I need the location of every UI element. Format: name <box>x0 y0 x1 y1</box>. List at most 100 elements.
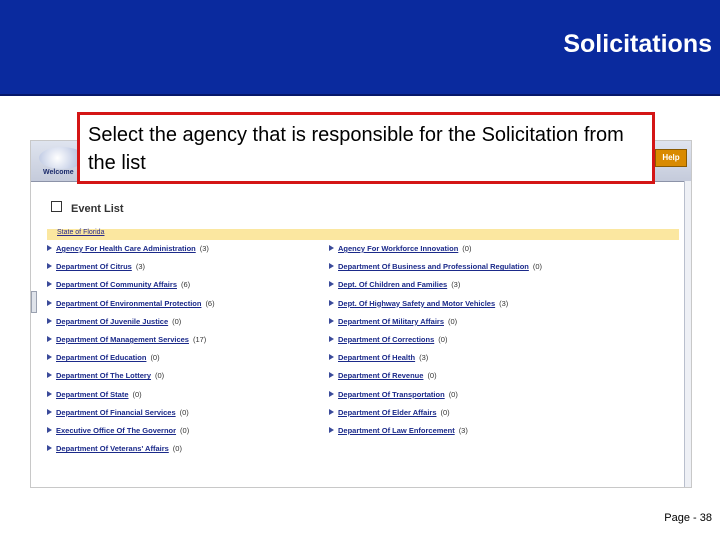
bullet-arrow-icon <box>47 354 52 361</box>
agency-link[interactable]: Department Of Revenue (0) <box>329 371 437 380</box>
agency-link[interactable]: Department Of The Lottery (0) <box>47 371 164 380</box>
agency-link[interactable]: Department Of Education (0) <box>47 353 160 362</box>
agency-count: (6) <box>205 298 215 308</box>
agency-name[interactable]: Department Of Health <box>338 353 415 362</box>
bullet-arrow-icon <box>329 372 334 379</box>
agency-link[interactable]: Department Of Military Affairs (0) <box>329 317 457 326</box>
agency-link[interactable]: Department Of Business and Professional … <box>329 262 542 271</box>
agency-name[interactable]: Department Of Veterans' Affairs <box>56 444 169 453</box>
agency-count: (3) <box>199 244 209 253</box>
agency-name[interactable]: Department Of Management Services <box>56 335 189 344</box>
agency-name[interactable]: Department Of Community Affairs <box>56 280 177 289</box>
agency-link[interactable]: Department Of Juvenile Justice (0) <box>47 317 181 326</box>
agency-name[interactable]: Executive Office Of The Governor <box>56 426 176 435</box>
agency-name[interactable]: Dept. Of Highway Safety and Motor Vehicl… <box>338 299 495 308</box>
agency-link[interactable]: Department Of State (0) <box>47 390 142 399</box>
agency-link[interactable]: Department Of Health (3) <box>329 353 428 362</box>
agency-link[interactable]: Department Of Corrections (0) <box>329 335 447 344</box>
agency-link[interactable]: Department Of Law Enforcement (3) <box>329 426 468 435</box>
agency-count: (0) <box>427 371 437 381</box>
agency-count: (0) <box>180 426 190 435</box>
agency-count: (0) <box>440 407 450 417</box>
agency-count: (3) <box>135 262 146 272</box>
agency-link[interactable]: Department Of Transportation (0) <box>329 390 458 399</box>
agency-count: (17) <box>192 335 207 344</box>
help-button[interactable]: Help <box>655 149 687 167</box>
agency-link[interactable]: Department Of Environmental Protection (6… <box>47 299 215 308</box>
agency-link[interactable]: Department Of Financial Services (0) <box>47 408 189 417</box>
bullet-arrow-icon <box>329 263 334 270</box>
agency-link[interactable]: Agency For Health Care Administration (3) <box>47 244 209 253</box>
agency-name[interactable]: Department Of Military Affairs <box>338 317 444 326</box>
bullet-arrow-icon <box>329 317 334 324</box>
page-number: Page - 38 <box>664 512 712 524</box>
bullet-arrow-icon <box>329 336 334 342</box>
agency-name[interactable]: Agency For Health Care Administration <box>56 244 196 253</box>
instruction-callout: Select the agency that is responsible fo… <box>77 112 655 184</box>
agency-name[interactable]: Department Of Corrections <box>338 335 434 344</box>
agency-count: (0) <box>172 316 182 326</box>
state-row[interactable]: State of Florida <box>47 229 679 240</box>
bullet-arrow-icon <box>47 299 52 306</box>
bullet-arrow-icon <box>47 372 52 379</box>
agency-link[interactable]: Department Of Elder Affairs (0) <box>329 408 450 417</box>
agency-link[interactable]: Department Of Citrus (3) <box>47 262 145 271</box>
event-list-icon <box>51 201 62 212</box>
bullet-arrow-icon <box>47 408 52 415</box>
agency-count: (3) <box>451 280 461 290</box>
agency-name[interactable]: Dept. Of Children and Families <box>338 280 447 289</box>
bullet-arrow-icon <box>329 390 334 397</box>
bullet-arrow-icon <box>329 281 334 288</box>
agency-name[interactable]: Department Of Juvenile Justice <box>56 317 168 326</box>
bullet-arrow-icon <box>47 263 52 270</box>
bullet-arrow-icon <box>47 336 52 342</box>
bullet-arrow-icon <box>329 299 334 306</box>
screenshot-frame: Welcome Help Event List State of Florida… <box>30 140 692 488</box>
agency-count: (3) <box>499 298 509 308</box>
state-label[interactable]: State of Florida <box>57 229 104 236</box>
agency-count: (0) <box>132 389 142 399</box>
agency-name[interactable]: Department Of Law Enforcement <box>338 426 455 435</box>
agency-name[interactable]: Department Of Citrus <box>56 262 132 271</box>
agency-name[interactable]: Department Of Financial Services <box>56 408 176 417</box>
bullet-arrow-icon <box>47 445 52 452</box>
collapse-handle-icon[interactable] <box>31 291 37 313</box>
agency-count: (3) <box>458 426 468 435</box>
agency-name[interactable]: Department Of Education <box>56 353 146 362</box>
agency-count: (6) <box>181 280 191 290</box>
agency-link[interactable]: Executive Office Of The Governor (0) <box>47 426 189 435</box>
bullet-arrow-icon <box>329 427 334 433</box>
header-band: Solicitations <box>0 0 720 96</box>
agency-link[interactable]: Dept. Of Children and Families (3) <box>329 280 460 289</box>
bullet-arrow-icon <box>47 281 52 288</box>
bullet-arrow-icon <box>47 317 52 324</box>
bullet-arrow-icon <box>329 408 334 415</box>
bullet-arrow-icon <box>329 245 334 251</box>
agency-link[interactable]: Agency For Workforce Innovation (0) <box>329 244 471 253</box>
bullet-arrow-icon <box>47 427 52 433</box>
agency-count: (3) <box>419 353 429 363</box>
agency-name[interactable]: Department Of Transportation <box>338 390 445 399</box>
agency-name[interactable]: Department Of State <box>56 390 129 399</box>
bullet-arrow-icon <box>329 354 334 361</box>
agency-link[interactable]: Department Of Management Services (17) <box>47 335 206 344</box>
agency-link[interactable]: Department Of Community Affairs (6) <box>47 280 190 289</box>
agency-name[interactable]: Department Of Business and Professional … <box>338 262 529 271</box>
agency-count: (0) <box>155 371 165 381</box>
agency-name[interactable]: Agency For Workforce Innovation <box>338 244 458 253</box>
bullet-arrow-icon <box>47 390 52 397</box>
agency-link[interactable]: Dept. Of Highway Safety and Motor Vehicl… <box>329 299 508 308</box>
agency-count: (0) <box>448 389 458 399</box>
callout-text: Select the agency that is responsible fo… <box>88 124 624 174</box>
agency-name[interactable]: Department Of Elder Affairs <box>338 408 437 417</box>
agency-name[interactable]: Department Of Environmental Protection <box>56 299 201 308</box>
scrollbar[interactable] <box>684 181 691 487</box>
agency-count: (0) <box>150 353 160 363</box>
welcome-text: Welcome <box>43 169 74 176</box>
agency-link[interactable]: Department Of Veterans' Affairs (0) <box>47 444 182 453</box>
agency-count: (0) <box>462 244 472 253</box>
agency-name[interactable]: Department Of Revenue <box>338 371 423 380</box>
agency-count: (0) <box>448 316 458 326</box>
agency-name[interactable]: Department Of The Lottery <box>56 371 151 380</box>
agency-count: (0) <box>172 444 182 454</box>
